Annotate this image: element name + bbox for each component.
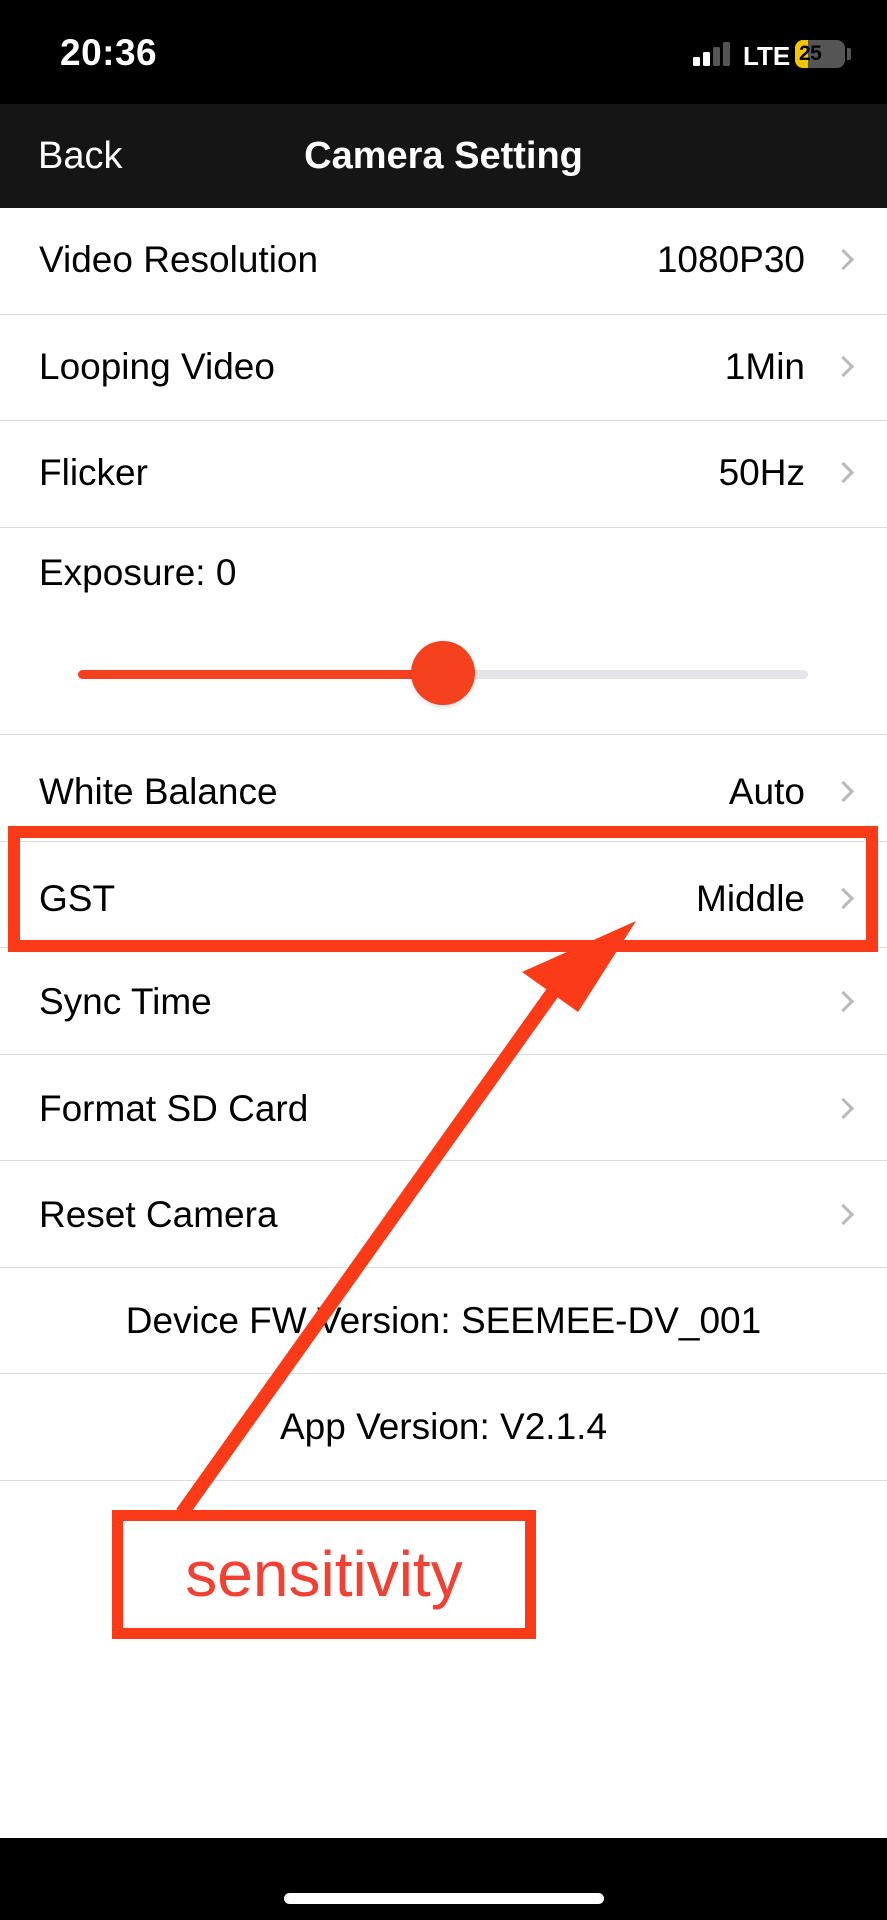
video-resolution-label: Video Resolution	[39, 239, 319, 280]
format-sd-card-label: Format SD Card	[39, 1088, 309, 1129]
battery-percent: 25	[799, 42, 822, 65]
chevron-right-icon	[832, 355, 855, 378]
nav-bar: Camera Setting Back	[0, 104, 887, 208]
video-resolution-row[interactable]: Video Resolution 1080P30	[0, 208, 887, 315]
chevron-right-icon	[832, 990, 855, 1013]
signal-bar	[693, 57, 700, 66]
white-balance-label: White Balance	[39, 771, 278, 812]
home-indicator[interactable]	[284, 1893, 604, 1904]
reset-camera-label: Reset Camera	[39, 1194, 278, 1235]
chevron-right-icon	[832, 780, 855, 803]
signal-icon	[693, 42, 731, 66]
battery-icon: 25	[795, 40, 845, 68]
back-button[interactable]: Back	[38, 104, 122, 208]
sync-time-row[interactable]: Sync Time	[0, 948, 887, 1055]
chevron-right-icon	[832, 461, 855, 484]
home-bar	[0, 1838, 887, 1920]
network-type: LTE	[743, 41, 791, 71]
gst-highlight-box	[8, 826, 878, 952]
sync-time-label: Sync Time	[39, 981, 212, 1022]
white-balance-value: Auto	[728, 771, 805, 812]
looping-video-label: Looping Video	[39, 346, 275, 387]
app-version-row: App Version: V2.1.4	[0, 1374, 887, 1481]
annotation-note-box: sensitivity	[112, 1510, 536, 1639]
chevron-right-icon	[832, 1097, 855, 1120]
flicker-row[interactable]: Flicker 50Hz	[0, 421, 887, 528]
app-version: App Version: V2.1.4	[279, 1406, 608, 1447]
exposure-slider-thumb[interactable]	[411, 641, 475, 705]
device-fw-row: Device FW Version: SEEMEE-DV_001	[0, 1268, 887, 1374]
flicker-value: 50Hz	[718, 452, 805, 493]
chevron-right-icon	[832, 1203, 855, 1226]
signal-bar	[723, 42, 730, 66]
battery-tip	[847, 48, 851, 60]
exposure-label: Exposure: 0	[39, 552, 237, 593]
format-sd-card-row[interactable]: Format SD Card	[0, 1055, 887, 1161]
annotation-note: sensitivity	[185, 1538, 463, 1610]
signal-bar	[703, 52, 710, 66]
status-bar: 20:36 LTE 25	[0, 0, 887, 104]
flicker-label: Flicker	[39, 452, 148, 493]
status-time: 20:36	[60, 32, 158, 73]
device-fw-version: Device FW Version: SEEMEE-DV_001	[125, 1300, 762, 1341]
exposure-slider-fill	[78, 670, 443, 679]
video-resolution-value: 1080P30	[656, 239, 805, 280]
chevron-right-icon	[832, 248, 855, 271]
screen: 20:36 LTE 25 Camera Setting Back Video R…	[0, 0, 887, 1920]
looping-video-value: 1Min	[724, 346, 805, 387]
page-title: Camera Setting	[304, 135, 583, 177]
signal-bar	[713, 47, 720, 66]
reset-camera-row[interactable]: Reset Camera	[0, 1161, 887, 1268]
looping-video-row[interactable]: Looping Video 1Min	[0, 315, 887, 421]
